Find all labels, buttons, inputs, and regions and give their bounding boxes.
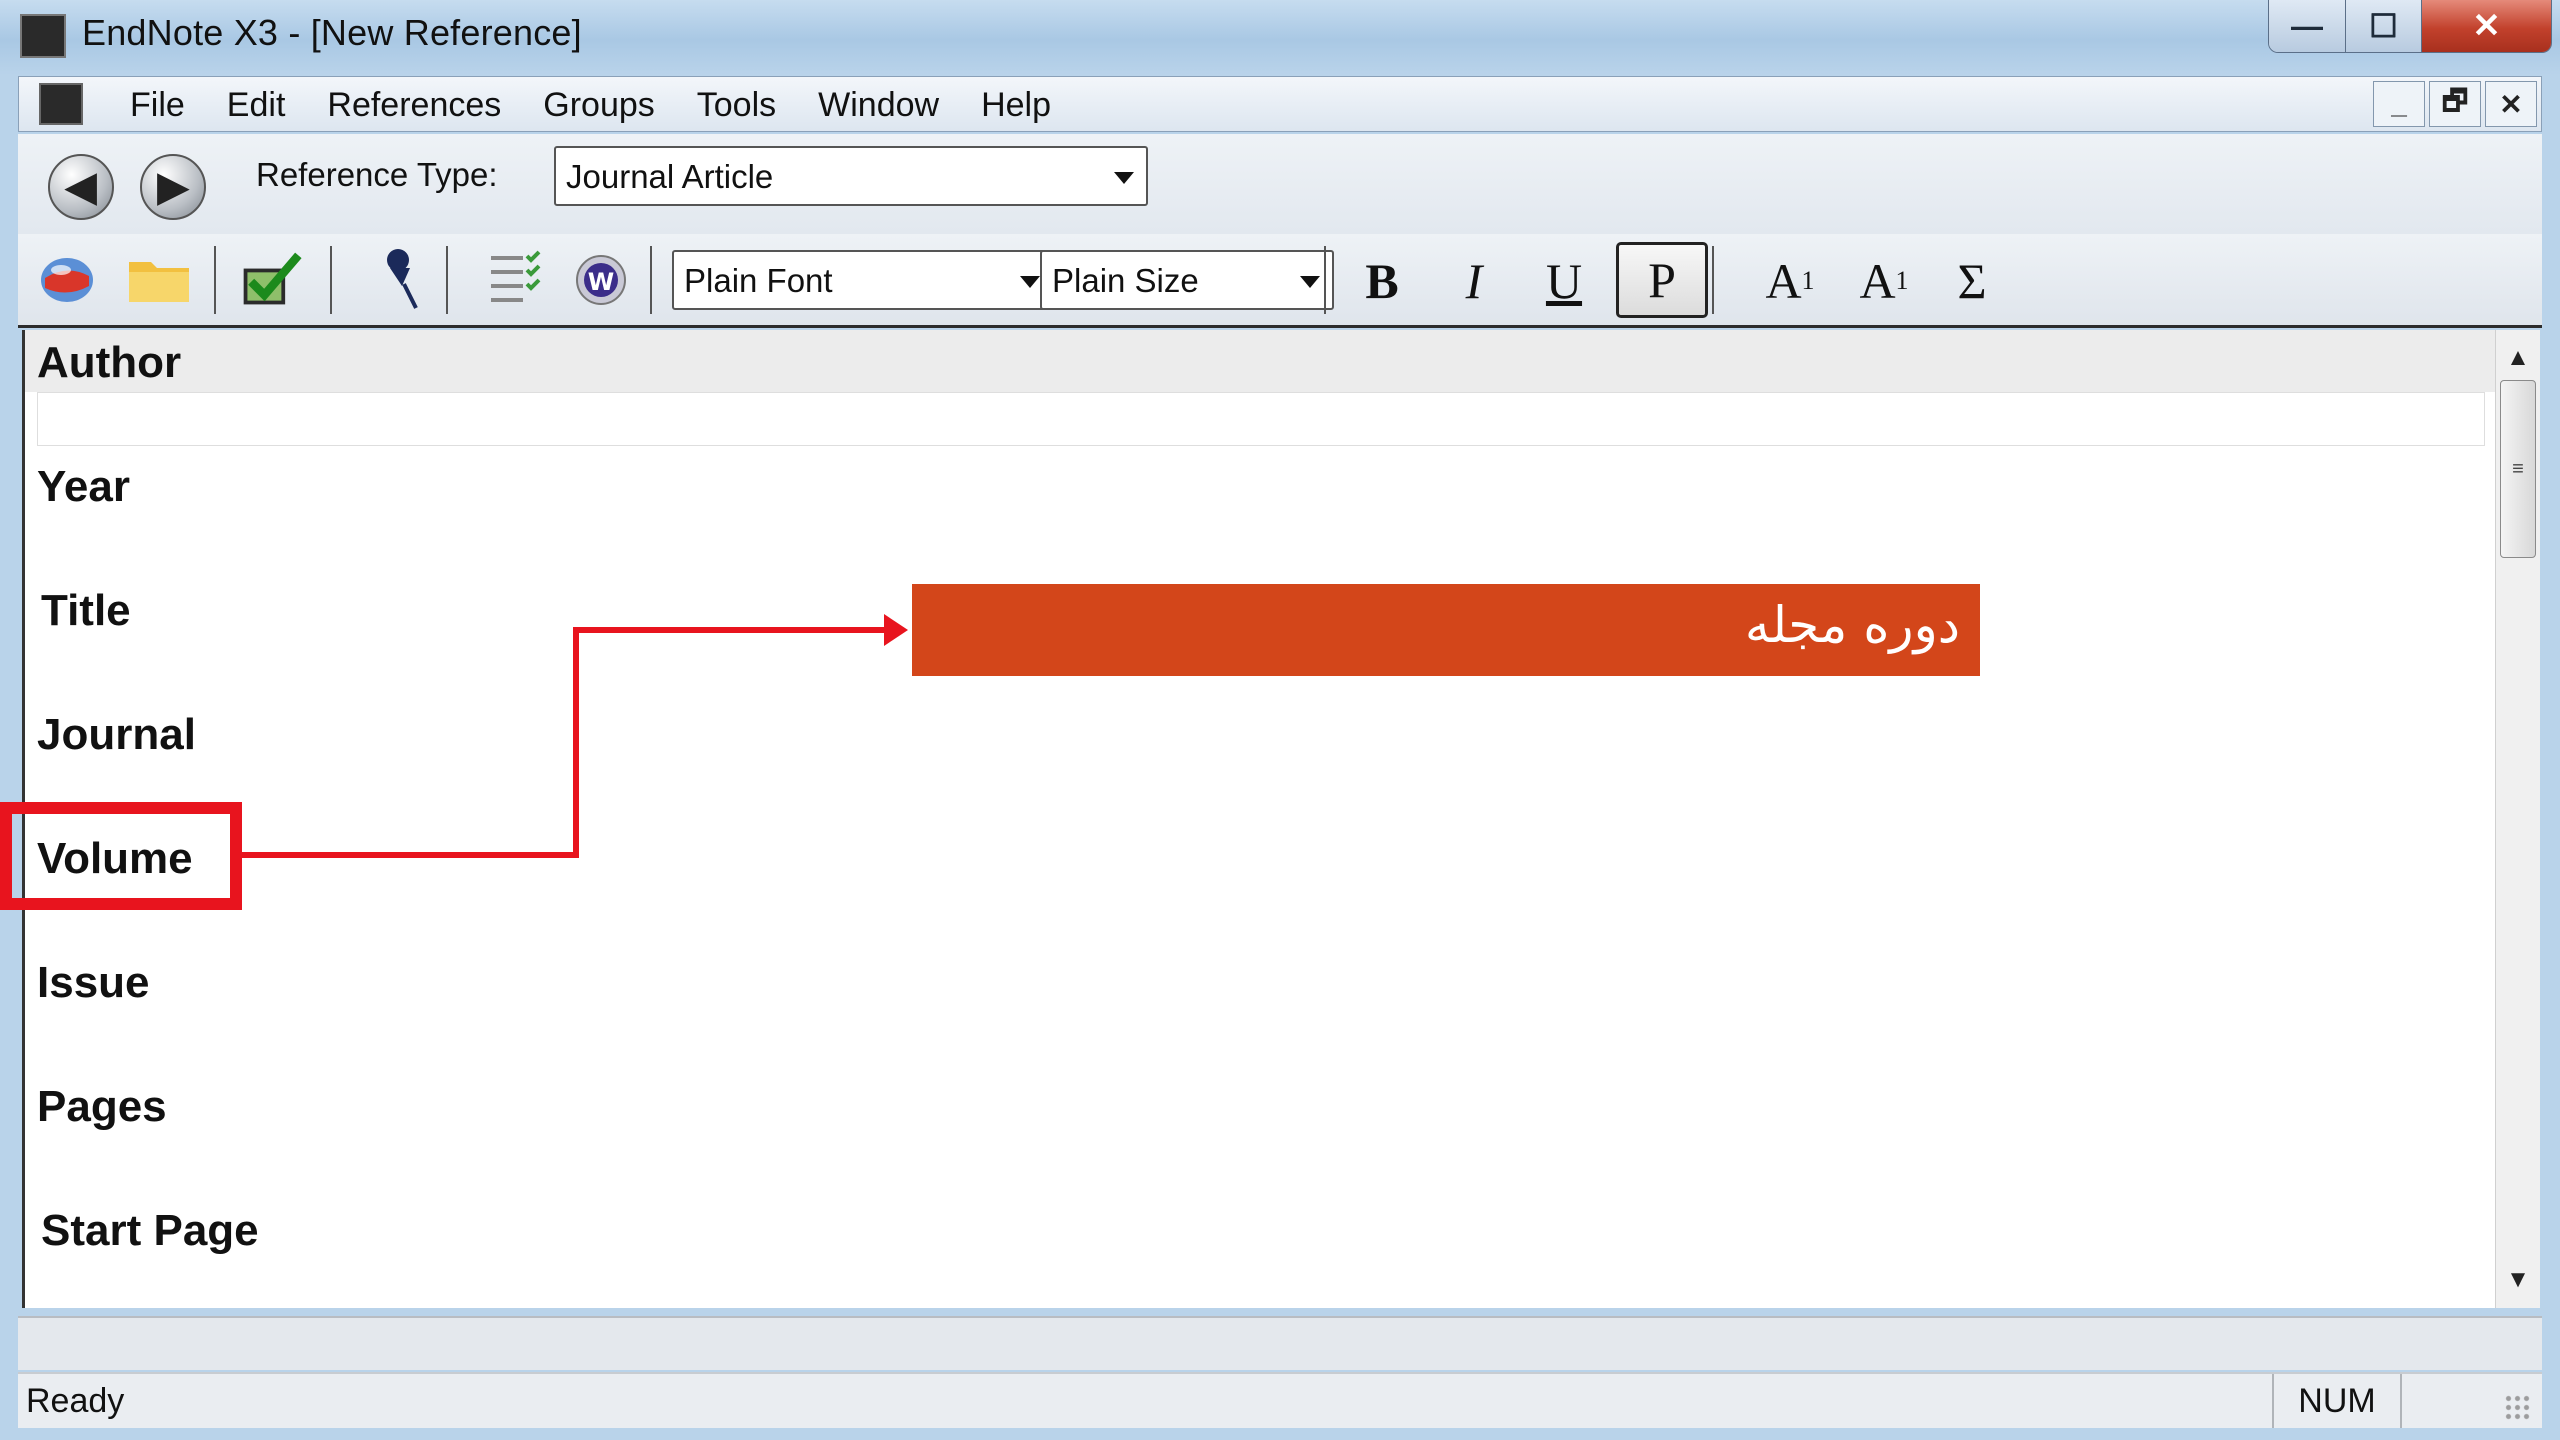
scroll-thumb[interactable]: ≡ <box>2500 380 2536 558</box>
word-icon[interactable]: W <box>566 248 632 308</box>
reference-editor: Author Year Title Journal Volume Issue P… <box>22 330 2540 1308</box>
field-label-title: Title <box>41 586 131 635</box>
num-lock-indicator: NUM <box>2272 1374 2402 1428</box>
field-label-year: Year <box>37 462 130 511</box>
toolbar-separator <box>650 246 652 314</box>
menu-tools[interactable]: Tools <box>676 85 797 125</box>
toolbar-separator <box>1712 246 1714 314</box>
doc-minimize-button[interactable]: _ <box>2373 81 2425 127</box>
status-text: Ready <box>26 1382 125 1420</box>
subscript-letter: A <box>1859 253 1896 309</box>
menu-bar: File Edit References Groups Tools Window… <box>18 76 2542 132</box>
arrow-left-icon: ◀ <box>65 165 97 209</box>
font-value: Plain Font <box>684 262 833 299</box>
horizontal-scrollbar[interactable] <box>18 1316 2542 1370</box>
subscript-mark: 1 <box>1895 266 1909 295</box>
endnote-window: EndNote X3 - [New Reference] — ☐ ✕ File … <box>0 0 2560 1440</box>
font-select[interactable]: Plain Font <box>672 250 1054 310</box>
toolbar-separator <box>446 246 448 314</box>
back-button[interactable]: ◀ <box>48 154 114 220</box>
superscript-mark: 1 <box>1801 266 1815 295</box>
author-field-header <box>25 330 2495 392</box>
menu-file[interactable]: File <box>109 85 206 125</box>
toolbar-separator <box>214 246 216 314</box>
status-bar: Ready NUM <box>18 1372 2542 1428</box>
menu-help[interactable]: Help <box>960 85 1072 125</box>
reference-toolbar: ◀ ▶ Reference Type: Journal Article <box>18 134 2542 234</box>
reference-type-select[interactable]: Journal Article <box>554 146 1148 206</box>
field-label-start-page: Start Page <box>41 1206 259 1255</box>
globe-icon[interactable] <box>34 248 100 308</box>
vertical-scrollbar[interactable]: ▲ ≡ ▼ <box>2495 330 2540 1308</box>
annotation-banner: دوره مجله <box>912 584 1980 676</box>
toolbar-separator <box>1324 246 1326 314</box>
close-button[interactable]: ✕ <box>2421 0 2551 52</box>
svg-text:W: W <box>588 268 614 296</box>
checkmark-icon[interactable] <box>238 248 304 308</box>
menu-edit[interactable]: Edit <box>206 85 307 125</box>
title-bar: EndNote X3 - [New Reference] — ☐ ✕ <box>0 0 2560 72</box>
menu-window[interactable]: Window <box>797 85 960 125</box>
menu-groups[interactable]: Groups <box>522 85 676 125</box>
field-label-journal: Journal <box>37 710 196 759</box>
bold-button[interactable]: B <box>1346 248 1418 314</box>
resize-grip-icon[interactable] <box>2504 1394 2532 1422</box>
reference-type-label: Reference Type: <box>256 156 498 193</box>
superscript-button[interactable]: A1 <box>1744 248 1836 314</box>
window-controls: — ☐ ✕ <box>2268 0 2552 53</box>
document-controls: _ 🗗 ✕ <box>2373 81 2537 127</box>
author-input[interactable] <box>37 392 2485 446</box>
chevron-down-icon <box>1300 276 1320 288</box>
minimize-button[interactable]: — <box>2269 0 2345 52</box>
field-label-author: Author <box>37 338 182 387</box>
forward-button[interactable]: ▶ <box>140 154 206 220</box>
toolbar-separator <box>330 246 332 314</box>
chevron-down-icon <box>1020 276 1040 288</box>
superscript-letter: A <box>1765 253 1802 309</box>
underline-button[interactable]: U <box>1528 248 1600 314</box>
symbol-button[interactable]: Σ <box>1936 248 2008 314</box>
field-label-pages: Pages <box>37 1082 167 1131</box>
menu-references[interactable]: References <box>306 85 522 125</box>
chevron-down-icon <box>1114 172 1134 184</box>
document-logo-icon[interactable] <box>39 83 83 125</box>
maximize-button[interactable]: ☐ <box>2345 0 2421 52</box>
folder-icon[interactable] <box>126 248 192 308</box>
subscript-button[interactable]: A1 <box>1838 248 1930 314</box>
reference-type-value: Journal Article <box>566 158 774 195</box>
doc-close-button[interactable]: ✕ <box>2485 81 2537 127</box>
pushpin-icon[interactable] <box>368 248 434 309</box>
plain-button[interactable]: P <box>1616 242 1708 318</box>
scroll-up-icon[interactable]: ▲ <box>2496 336 2540 380</box>
field-label-issue: Issue <box>37 958 150 1007</box>
scroll-down-icon[interactable]: ▼ <box>2496 1258 2540 1302</box>
doc-restore-button[interactable]: 🗗 <box>2429 81 2481 127</box>
format-toolbar: W Plain Font Plain Size B I U P A1 A1 Σ <box>18 234 2542 328</box>
size-select[interactable]: Plain Size <box>1040 250 1334 310</box>
arrow-right-icon: ▶ <box>157 165 189 209</box>
annotation-label: دوره مجله <box>1744 596 1960 654</box>
size-value: Plain Size <box>1052 262 1199 299</box>
checklist-icon[interactable] <box>482 248 548 308</box>
window-title: EndNote X3 - [New Reference] <box>82 12 582 53</box>
endnote-logo-icon <box>20 14 66 58</box>
italic-button[interactable]: I <box>1438 248 1510 314</box>
volume-highlight-box <box>0 802 242 910</box>
